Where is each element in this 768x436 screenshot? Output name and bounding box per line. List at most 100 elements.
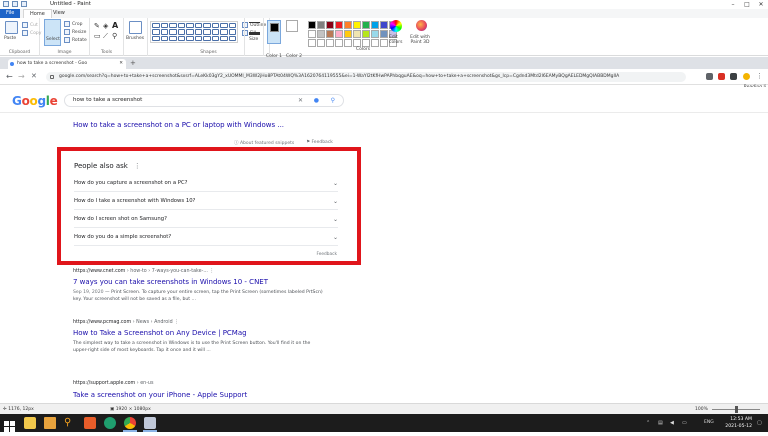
pencil-icon[interactable]: ✎ bbox=[94, 22, 100, 30]
shapes-gallery[interactable] bbox=[150, 21, 238, 43]
close-button[interactable]: ✕ bbox=[754, 0, 768, 9]
search-taskbar-icon[interactable]: ⚲ bbox=[64, 417, 76, 429]
palette-swatch[interactable] bbox=[335, 30, 343, 38]
clock[interactable]: 12:53 AM 2021-05-12 bbox=[725, 416, 752, 430]
minimize-button[interactable]: – bbox=[726, 0, 740, 9]
palette-swatch[interactable] bbox=[317, 21, 325, 29]
palette-swatch[interactable] bbox=[326, 30, 334, 38]
tray-chevron-icon[interactable]: ⌃ bbox=[646, 420, 650, 426]
palette-swatch[interactable] bbox=[344, 30, 352, 38]
edit-colors-icon[interactable] bbox=[390, 20, 402, 32]
paa-question[interactable]: How do you capture a screenshot on a PC?… bbox=[74, 175, 338, 192]
edit-with-paint3d-button[interactable]: Edit with Paint 3D bbox=[408, 35, 432, 45]
new-tab-icon[interactable]: + bbox=[130, 59, 136, 67]
fill-icon[interactable]: ◈ bbox=[103, 22, 108, 30]
extension-red-icon[interactable] bbox=[718, 73, 725, 80]
tab-file[interactable]: File bbox=[0, 9, 20, 18]
zoom-slider-handle[interactable] bbox=[735, 406, 738, 413]
paint3d-icon[interactable] bbox=[416, 20, 427, 31]
paa-feedback-link[interactable]: Feedback bbox=[317, 252, 337, 257]
result-title[interactable]: 7 ways you can take screenshots in Windo… bbox=[73, 278, 268, 286]
brush-icon[interactable] bbox=[129, 21, 142, 34]
menu-icon[interactable]: ⋮ bbox=[756, 72, 763, 80]
address-bar[interactable]: google.com/search?q=how+to+take+a+screen… bbox=[46, 72, 686, 82]
mic-icon[interactable]: ● bbox=[314, 95, 319, 106]
windows-start-icon[interactable] bbox=[4, 417, 16, 432]
folder-icon[interactable] bbox=[44, 417, 56, 429]
battery-icon[interactable]: ▭ bbox=[682, 420, 687, 426]
crop-button[interactable]: Crop bbox=[64, 21, 83, 27]
feedback-link-top[interactable]: ⚑ Feedback bbox=[306, 140, 333, 145]
rotate-button[interactable]: Rotate bbox=[64, 37, 87, 43]
size-button[interactable]: Size bbox=[249, 37, 258, 42]
palette-swatch[interactable] bbox=[326, 21, 334, 29]
palette-swatch[interactable] bbox=[344, 21, 352, 29]
avatar[interactable] bbox=[743, 73, 750, 80]
extension-icon[interactable] bbox=[706, 73, 713, 80]
brushes-button[interactable]: Brushes bbox=[126, 36, 144, 41]
palette-swatch[interactable] bbox=[380, 39, 388, 47]
resize-button[interactable]: Resize bbox=[64, 29, 86, 35]
copy-button[interactable]: Copy bbox=[22, 30, 41, 36]
google-search-input[interactable]: how to take a screenshot ✕ ● ⚲ bbox=[64, 94, 344, 107]
puzzle-icon[interactable] bbox=[730, 73, 737, 80]
more-options-icon[interactable]: ⋮ bbox=[134, 162, 141, 170]
paa-question[interactable]: How do you do a simple screenshot? ⌄ bbox=[74, 229, 338, 246]
palette-swatch[interactable] bbox=[308, 30, 316, 38]
paa-question[interactable]: How do I screen shot on Samsung? ⌄ bbox=[74, 211, 338, 228]
palette-swatch[interactable] bbox=[308, 39, 316, 47]
volume-icon[interactable]: ◀ bbox=[670, 420, 674, 426]
language-indicator[interactable]: ENG bbox=[704, 420, 714, 425]
paint-taskbar-icon[interactable] bbox=[144, 417, 156, 429]
stop-icon[interactable]: ✕ bbox=[31, 72, 37, 80]
result-title[interactable]: Take a screenshot on your iPhone - Apple… bbox=[73, 391, 247, 399]
maximize-button[interactable]: □ bbox=[740, 0, 754, 9]
google-logo[interactable]: Google bbox=[12, 94, 58, 108]
browser-tab[interactable]: how to take a screenshot - Goo ✕ bbox=[8, 59, 126, 69]
edge-icon[interactable] bbox=[104, 417, 116, 429]
palette-swatch[interactable] bbox=[317, 30, 325, 38]
palette-swatch[interactable] bbox=[362, 39, 370, 47]
palette-swatch[interactable] bbox=[335, 21, 343, 29]
cut-button[interactable]: Cut bbox=[22, 22, 38, 28]
result-url[interactable]: https://www.cnet.com › how-to › 7-ways-y… bbox=[73, 269, 214, 274]
about-featured-snippets[interactable]: ⓘ About featured snippets bbox=[234, 140, 294, 146]
network-icon[interactable]: ▤ bbox=[658, 420, 663, 426]
palette-swatch[interactable] bbox=[371, 30, 379, 38]
palette-swatch[interactable] bbox=[362, 21, 370, 29]
clear-icon[interactable]: ✕ bbox=[298, 95, 303, 106]
palette-swatch[interactable] bbox=[380, 21, 388, 29]
color1-button[interactable] bbox=[267, 20, 281, 44]
more-options-icon[interactable]: ⋮ bbox=[173, 320, 179, 325]
paa-question[interactable]: How do I take a screenshot with Windows … bbox=[74, 193, 338, 210]
paste-icon[interactable] bbox=[5, 21, 18, 34]
close-tab-icon[interactable]: ✕ bbox=[119, 59, 123, 69]
save-icon[interactable] bbox=[3, 1, 9, 7]
palette-swatch[interactable] bbox=[353, 30, 361, 38]
result-url[interactable]: https://support.apple.com › en-us bbox=[73, 381, 153, 386]
magnifier-icon[interactable]: ⚲ bbox=[112, 32, 117, 40]
palette-swatch[interactable] bbox=[353, 21, 361, 29]
palette-swatch[interactable] bbox=[335, 39, 343, 47]
palette-swatch[interactable] bbox=[380, 30, 388, 38]
notifications-icon[interactable]: ▢ bbox=[757, 420, 762, 426]
edit-colors-button[interactable]: Edit colors bbox=[389, 35, 405, 45]
file-explorer-icon[interactable] bbox=[24, 417, 36, 429]
undo-icon[interactable] bbox=[12, 1, 18, 7]
text-icon[interactable]: A bbox=[112, 21, 118, 30]
color2-button[interactable] bbox=[286, 20, 298, 32]
size-lines-icon[interactable] bbox=[249, 22, 260, 35]
eraser-icon[interactable]: ▭ bbox=[94, 32, 101, 40]
palette-swatch[interactable] bbox=[371, 39, 379, 47]
search-icon[interactable]: ⚲ bbox=[331, 95, 335, 106]
redo-icon[interactable] bbox=[21, 1, 27, 7]
tab-view[interactable]: View bbox=[47, 9, 71, 18]
palette-swatch[interactable] bbox=[362, 30, 370, 38]
palette-swatch[interactable] bbox=[308, 21, 316, 29]
app-icon[interactable] bbox=[84, 417, 96, 429]
palette-swatch[interactable] bbox=[317, 39, 325, 47]
palette-swatch[interactable] bbox=[371, 21, 379, 29]
result-url[interactable]: https://www.pcmag.com › News › Android ⋮ bbox=[73, 320, 179, 325]
color-picker-icon[interactable]: ⟋ bbox=[103, 32, 108, 41]
palette-swatch[interactable] bbox=[326, 39, 334, 47]
